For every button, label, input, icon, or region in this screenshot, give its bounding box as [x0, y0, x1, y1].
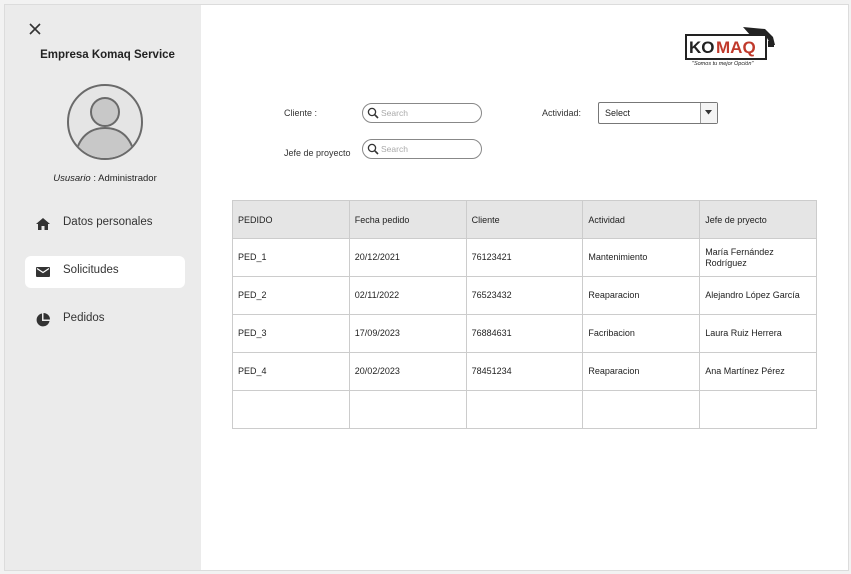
nav-label: Datos personales: [63, 216, 153, 228]
select-dropdown-button[interactable]: [700, 103, 717, 123]
user-prefix: Ususario: [53, 173, 91, 184]
column-header[interactable]: Actividad: [582, 200, 701, 239]
table-row[interactable]: PED_3 17/09/2023 76884631 Facribacion La…: [232, 314, 817, 353]
nav-label: Solicitudes: [63, 264, 119, 276]
table-cell: Alejandro López García: [699, 276, 817, 315]
table-cell: Laura Ruiz Herrera: [699, 314, 817, 353]
pedidos-table: PEDIDO Fecha pedido Cliente Actividad Je…: [232, 200, 817, 429]
column-header[interactable]: PEDIDO: [232, 200, 350, 239]
table-cell: PED_2: [232, 276, 350, 315]
select-value: Select: [605, 108, 631, 118]
actividad-select[interactable]: Select: [598, 102, 718, 124]
cliente-label: Cliente :: [284, 108, 318, 118]
table-cell: Ana Martínez Pérez: [699, 352, 817, 391]
home-icon: [36, 218, 50, 230]
table-header-row: PEDIDO Fecha pedido Cliente Actividad Je…: [232, 200, 817, 239]
table-cell: [582, 390, 701, 429]
search-icon: [367, 107, 379, 119]
nav-item-pedidos[interactable]: Pedidos: [25, 304, 185, 336]
app-window: Empresa Komaq Service Ususario : Adminis…: [4, 4, 849, 571]
column-header[interactable]: Cliente: [465, 200, 584, 239]
table-cell: Reaparacion: [582, 276, 701, 315]
chevron-down-icon: [705, 110, 712, 115]
table-cell: PED_4: [232, 352, 350, 391]
table-cell: Facribacion: [582, 314, 701, 353]
logo-text-ko: KO: [689, 38, 715, 57]
column-header[interactable]: Jefe de pryecto: [699, 200, 817, 239]
table-cell: [232, 390, 350, 429]
close-icon[interactable]: [27, 21, 43, 37]
nav-item-solicitudes[interactable]: Solicitudes: [25, 256, 185, 288]
user-role-text: : Administrador: [93, 173, 157, 184]
table-cell: [465, 390, 584, 429]
table-cell: 76523432: [465, 276, 584, 315]
table-row[interactable]: [232, 390, 817, 429]
table-cell: Reaparacion: [582, 352, 701, 391]
column-header[interactable]: Fecha pedido: [348, 200, 467, 239]
jefe-search-input[interactable]: Search: [362, 139, 482, 159]
table-row[interactable]: PED_1 20/12/2021 76123421 Mantenimiento …: [232, 238, 817, 277]
sidebar: Empresa Komaq Service Ususario : Adminis…: [5, 5, 201, 570]
table-row[interactable]: PED_4 20/02/2023 78451234 Reaparacion An…: [232, 352, 817, 391]
table-cell: María Fernández Rodríguez: [699, 238, 817, 277]
table-cell: 78451234: [465, 352, 584, 391]
mail-icon: [36, 267, 50, 277]
logo-text-maq: MAQ: [716, 38, 756, 57]
table-cell: 20/02/2023: [348, 352, 467, 391]
table-cell: 20/12/2021: [348, 238, 467, 277]
table-cell: [348, 390, 467, 429]
cliente-search-input[interactable]: Search: [362, 103, 482, 123]
nav-label: Pedidos: [63, 312, 105, 324]
table-row[interactable]: PED_2 02/11/2022 76523432 Reaparacion Al…: [232, 276, 817, 315]
nav-item-datos-personales[interactable]: Datos personales: [25, 208, 185, 240]
table-cell: 02/11/2022: [348, 276, 467, 315]
table-cell: [699, 390, 817, 429]
table-cell: 17/09/2023: [348, 314, 467, 353]
table-cell: 76123421: [465, 238, 584, 277]
logo-tagline: "Somos tu mejor Opción": [692, 61, 754, 67]
user-role: Ususario : Administrador: [5, 173, 205, 184]
komaq-logo: KO MAQ "Somos tu mejor Opción": [685, 27, 775, 67]
avatar-icon: [67, 84, 143, 160]
table-cell: PED_1: [232, 238, 350, 277]
table-cell: PED_3: [232, 314, 350, 353]
search-icon: [367, 143, 379, 155]
search-placeholder: Search: [381, 108, 408, 118]
pie-chart-icon: [36, 313, 50, 327]
jefe-label: Jefe de proyecto: [284, 148, 351, 158]
company-name: Empresa Komaq Service: [40, 49, 175, 61]
table-cell: Mantenimiento: [582, 238, 701, 277]
table-cell: 76884631: [465, 314, 584, 353]
search-placeholder: Search: [381, 144, 408, 154]
actividad-label: Actividad:: [542, 108, 582, 118]
